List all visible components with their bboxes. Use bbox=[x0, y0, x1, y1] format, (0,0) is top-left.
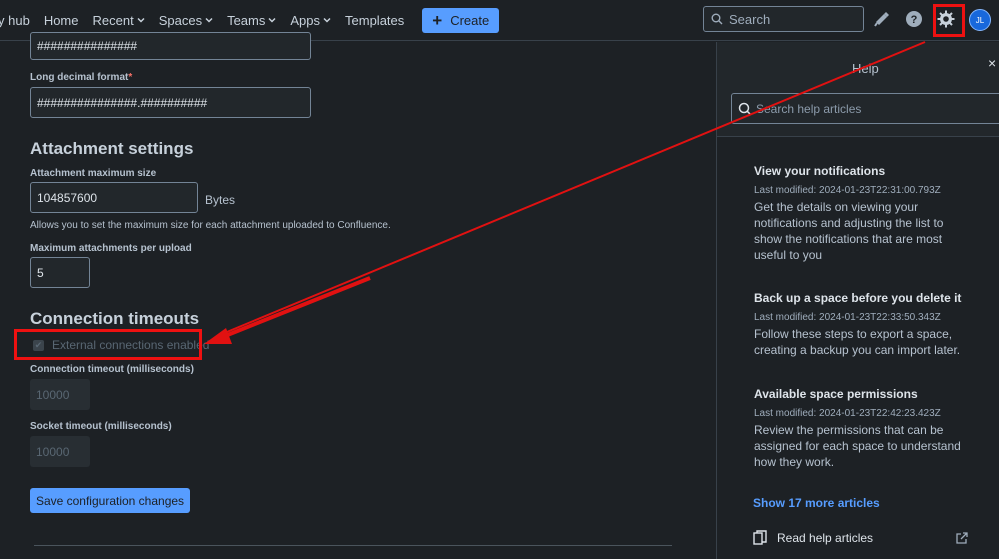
required-marker: * bbox=[128, 72, 133, 83]
nav-item-teams[interactable]: Teams bbox=[227, 13, 276, 28]
max-attachments-input[interactable]: 5 bbox=[30, 257, 90, 288]
article-modified: Last modified: 2024-01-23T22:42:23.423Z bbox=[754, 408, 941, 419]
plus-icon: + bbox=[432, 10, 443, 30]
avatar[interactable]: JL bbox=[969, 9, 991, 31]
close-icon[interactable]: × bbox=[988, 55, 996, 71]
search-placeholder: Search bbox=[729, 11, 771, 27]
divider bbox=[34, 545, 672, 546]
max-attachments-label: Maximum attachments per upload bbox=[30, 243, 192, 254]
chevron-down-icon bbox=[205, 17, 213, 23]
svg-text:?: ? bbox=[911, 14, 918, 26]
long-decimal-label: Long decimal format* bbox=[30, 72, 132, 83]
help-title: Help bbox=[852, 61, 879, 76]
help-panel: Help × Search help articles View your no… bbox=[716, 42, 999, 559]
short-number-format-input[interactable]: ############### bbox=[30, 32, 311, 60]
attachment-settings-title: Attachment settings bbox=[30, 139, 194, 158]
help-article[interactable]: View your notifications Last modified: 2… bbox=[754, 164, 974, 263]
attachment-helper-text: Allows you to set the maximum size for e… bbox=[30, 220, 391, 231]
help-icon[interactable]: ? bbox=[904, 9, 924, 29]
article-title[interactable]: Back up a space before you delete it bbox=[754, 291, 974, 305]
long-decimal-format-input[interactable]: ###############.########## bbox=[30, 87, 311, 118]
attachment-max-size-input[interactable]: 104857600 bbox=[30, 182, 198, 213]
nav-list: y hub Home Recent Spaces Teams Apps Templates bbox=[0, 13, 418, 28]
connection-timeout-label: Connection timeout (milliseconds) bbox=[30, 364, 194, 375]
nav-item-label: Recent bbox=[92, 12, 134, 28]
nav-item-spaces[interactable]: Spaces bbox=[159, 13, 213, 28]
create-label: Create bbox=[450, 12, 490, 28]
nav-item-recent[interactable]: Recent bbox=[93, 13, 145, 28]
nav-item-label: Templates bbox=[345, 12, 405, 28]
article-title[interactable]: View your notifications bbox=[754, 164, 974, 178]
help-article[interactable]: Back up a space before you delete it Las… bbox=[754, 291, 974, 358]
nav-item-y-hub[interactable]: y hub bbox=[0, 13, 30, 28]
create-button[interactable]: + Create bbox=[422, 7, 500, 33]
save-configuration-button[interactable]: Save configuration changes bbox=[30, 488, 190, 513]
chevron-down-icon bbox=[268, 17, 276, 23]
connection-timeout-value: 10000 bbox=[36, 387, 70, 402]
nav-item-home[interactable]: Home bbox=[44, 13, 79, 28]
article-modified: Last modified: 2024-01-23T22:31:00.793Z bbox=[754, 185, 941, 196]
search-icon bbox=[738, 102, 752, 116]
help-search-placeholder: Search help articles bbox=[756, 101, 862, 116]
article-description: Get the details on viewing your notifica… bbox=[754, 200, 944, 262]
chevron-down-icon bbox=[137, 17, 145, 23]
nav-item-apps[interactable]: Apps bbox=[290, 13, 331, 28]
article-title[interactable]: Available space permissions bbox=[754, 387, 974, 401]
checkbox-highlight-annotation bbox=[14, 329, 202, 360]
chevron-down-icon bbox=[323, 17, 331, 23]
article-description: Follow these steps to export a space, cr… bbox=[754, 327, 961, 357]
megaphone-icon[interactable] bbox=[872, 9, 892, 29]
attachment-unit: Bytes bbox=[205, 193, 236, 207]
nav-item-label: y hub bbox=[0, 12, 30, 28]
nav-item-label: Home bbox=[43, 12, 79, 28]
nav-item-label: Spaces bbox=[158, 12, 203, 28]
attachment-max-value: 104857600 bbox=[37, 190, 98, 205]
socket-timeout-label: Socket timeout (milliseconds) bbox=[30, 421, 172, 432]
document-icon bbox=[753, 530, 767, 545]
long-decimal-label-text: Long decimal format bbox=[30, 72, 129, 83]
nav-item-templates[interactable]: Templates bbox=[345, 13, 404, 28]
search-icon bbox=[711, 13, 723, 25]
long-decimal-value: ###############.########## bbox=[37, 95, 208, 110]
read-help-label: Read help articles bbox=[777, 531, 874, 545]
nav-item-label: Apps bbox=[290, 12, 321, 28]
connection-timeouts-title: Connection timeouts bbox=[30, 309, 200, 328]
attachment-max-label: Attachment maximum size bbox=[30, 168, 157, 179]
article-description: Review the permissions that can be assig… bbox=[754, 423, 961, 469]
connection-timeout-input[interactable]: 10000 bbox=[30, 379, 90, 410]
socket-timeout-input[interactable]: 10000 bbox=[30, 436, 90, 467]
avatar-initials: JL bbox=[975, 15, 985, 25]
article-modified: Last modified: 2024-01-23T22:33:50.343Z bbox=[754, 312, 941, 323]
search-input[interactable]: Search bbox=[703, 6, 864, 32]
socket-timeout-value: 10000 bbox=[36, 444, 70, 459]
short-number-value: ############### bbox=[37, 39, 138, 53]
help-article[interactable]: Available space permissions Last modifie… bbox=[754, 387, 974, 470]
settings-form: ############### Long decimal format* ###… bbox=[0, 32, 716, 559]
help-search-input[interactable]: Search help articles bbox=[731, 93, 999, 124]
help-header: Help × Search help articles bbox=[717, 42, 999, 137]
external-link-icon bbox=[956, 532, 968, 544]
read-help-articles-link[interactable]: Read help articles bbox=[753, 530, 968, 546]
max-attachments-value: 5 bbox=[37, 265, 44, 280]
show-more-articles-link[interactable]: Show 17 more articles bbox=[753, 496, 880, 510]
gear-highlight-annotation bbox=[933, 4, 965, 37]
nav-item-label: Teams bbox=[227, 12, 266, 28]
